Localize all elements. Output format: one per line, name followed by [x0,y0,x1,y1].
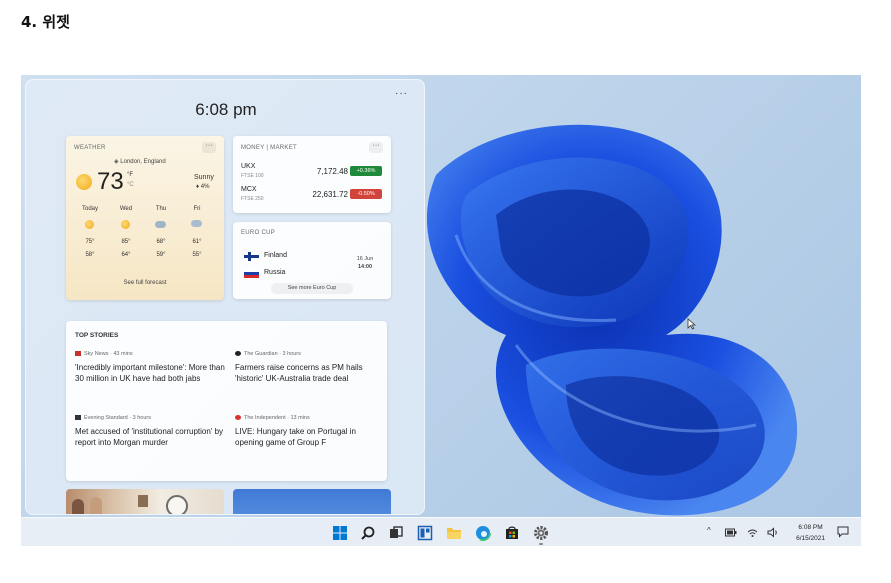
start-icon[interactable] [332,525,348,541]
story-source: The Guardian · 3 hours [235,351,301,357]
forecast-low: 64° [121,252,131,258]
running-indicator [539,543,543,545]
wallpaper-bloom [426,124,798,516]
story-source-text: The Independent · 13 mins [244,415,310,421]
market-caption: MONEY | MARKET [241,145,297,151]
taskbar: ^ 6:08 PM 6/15/2021 [21,517,861,546]
file-explorer-icon[interactable] [446,525,462,541]
forecast-day: Fri [193,206,201,212]
widgets-panel: 6:08 pm ··· WEATHER ··· ◈ London, Englan… [25,79,425,515]
task-view-icon[interactable] [388,525,404,541]
top-stories-title: TOP STORIES [75,332,119,339]
ticker-index: FTSE 100 [241,173,264,179]
forecast-high: 68° [156,239,166,245]
widgets-icon[interactable] [417,525,433,541]
taskbar-time: 6:08 PM [798,524,823,531]
ticker-price: 7,172.48 [316,167,348,176]
news-image-card[interactable] [233,489,391,514]
forecast-day: Wed [119,206,133,212]
sun-icon [85,220,94,229]
forecast-high: 75° [85,239,95,245]
taskbar-date: 6/15/2021 [796,535,825,542]
sky-news-logo-icon [75,351,81,356]
see-full-forecast-link[interactable]: See full forecast [66,280,224,286]
sun-icon [121,220,130,229]
team-name: Finland [264,252,287,259]
taskbar-clock[interactable]: 6:08 PM 6/15/2021 [796,522,825,544]
picture-frame [138,495,148,507]
weather-more-button[interactable]: ··· [202,142,216,153]
market-more-button[interactable]: ··· [369,142,383,153]
story-headline-link[interactable]: 'Incredibly important milestone': More t… [75,362,225,384]
russia-flag-icon [244,269,259,278]
story-source: Sky News · 43 mins [75,351,133,357]
ticker-symbol: MCX [241,186,257,193]
story-source: Evening Standard · 3 hours [75,415,151,421]
story-source: The Independent · 13 mins [235,415,310,421]
story-source-text: Sky News · 43 mins [84,351,133,357]
person-figure [72,499,84,514]
forecast-day: Today [81,206,98,212]
sun-icon [76,174,92,190]
edge-icon[interactable] [475,525,491,541]
independent-logo-icon [235,415,241,420]
desktop-screenshot: 6:08 pm ··· WEATHER ··· ◈ London, Englan… [21,75,861,546]
ticker-price: 22,631.72 [312,190,348,199]
match-time: 14:00 [357,264,373,270]
weather-precipitation-text: 4% [200,184,210,190]
weather-temperature: 73 [97,168,124,195]
euro-caption: EURO CUP [241,230,276,236]
search-icon[interactable] [360,525,376,541]
unit-fahrenheit[interactable]: °F [127,172,133,178]
story-source-text: Evening Standard · 3 hours [84,415,151,421]
ticker-change-badge: +0.36% [350,166,382,176]
section-heading: 4. 위젯 [21,13,70,31]
story-headline-link[interactable]: Met accused of 'institutional corruption… [75,426,225,448]
person-figure [90,497,102,514]
battery-icon[interactable] [725,528,737,537]
forecast-low: 55° [192,252,202,258]
finland-flag-icon [244,252,259,261]
forecast-low: 58° [85,252,95,258]
top-stories-widget: TOP STORIES Sky News · 43 mins 'Incredib… [66,321,387,481]
weather-location-text: London, England [120,159,166,165]
story-source-text: The Guardian · 3 hours [244,351,301,357]
mouse-cursor-icon [687,318,696,330]
forecast-day: Thu [155,206,167,212]
euro-cup-widget[interactable]: EURO CUP Finland Russia 16 Jun 14:00 See… [233,222,391,299]
news-image-card[interactable] [66,489,224,514]
weather-widget[interactable]: WEATHER ··· ◈ London, England 73 °F °C S… [66,136,224,300]
story-headline-link[interactable]: LIVE: Hungary take on Portugal in openin… [235,426,385,448]
wifi-icon[interactable] [747,527,758,538]
weather-location: ◈ London, England [114,158,166,165]
ticker-change-badge: -0.50% [350,189,382,199]
ticker-index: FTSE 250 [241,196,264,202]
panel-more-button[interactable]: ··· [395,88,408,99]
rain-cloud-icon [191,220,202,227]
tray-overflow-chevron-icon[interactable]: ^ [707,526,711,535]
team-name: Russia [264,269,286,276]
weather-precipitation: ♦ 4% [196,184,209,190]
wall-clock-icon [166,495,188,514]
store-icon[interactable] [504,525,520,541]
match-date: 16 Jun [356,256,374,262]
forecast-high: 61° [192,239,202,245]
volume-icon[interactable] [767,527,779,538]
see-more-euro-cup-link[interactable]: See more Euro Cup [271,283,353,294]
ticker-symbol: UKX [241,163,256,170]
market-widget[interactable]: MONEY | MARKET ··· UKX FTSE 100 7,172.48… [233,136,391,213]
notification-icon[interactable] [837,526,849,538]
forecast-low: 59° [156,252,166,258]
weather-condition: Sunny [194,174,214,181]
panel-time: 6:08 pm [195,100,257,119]
evening-standard-logo-icon [75,415,81,420]
weather-caption: WEATHER [74,145,106,151]
forecast-high: 85° [121,239,131,245]
settings-icon[interactable] [533,525,549,541]
unit-celsius[interactable]: °C [127,182,134,188]
cloud-icon [155,221,166,228]
guardian-logo-icon [235,351,241,356]
story-headline-link[interactable]: Farmers raise concerns as PM hails 'hist… [235,362,385,384]
